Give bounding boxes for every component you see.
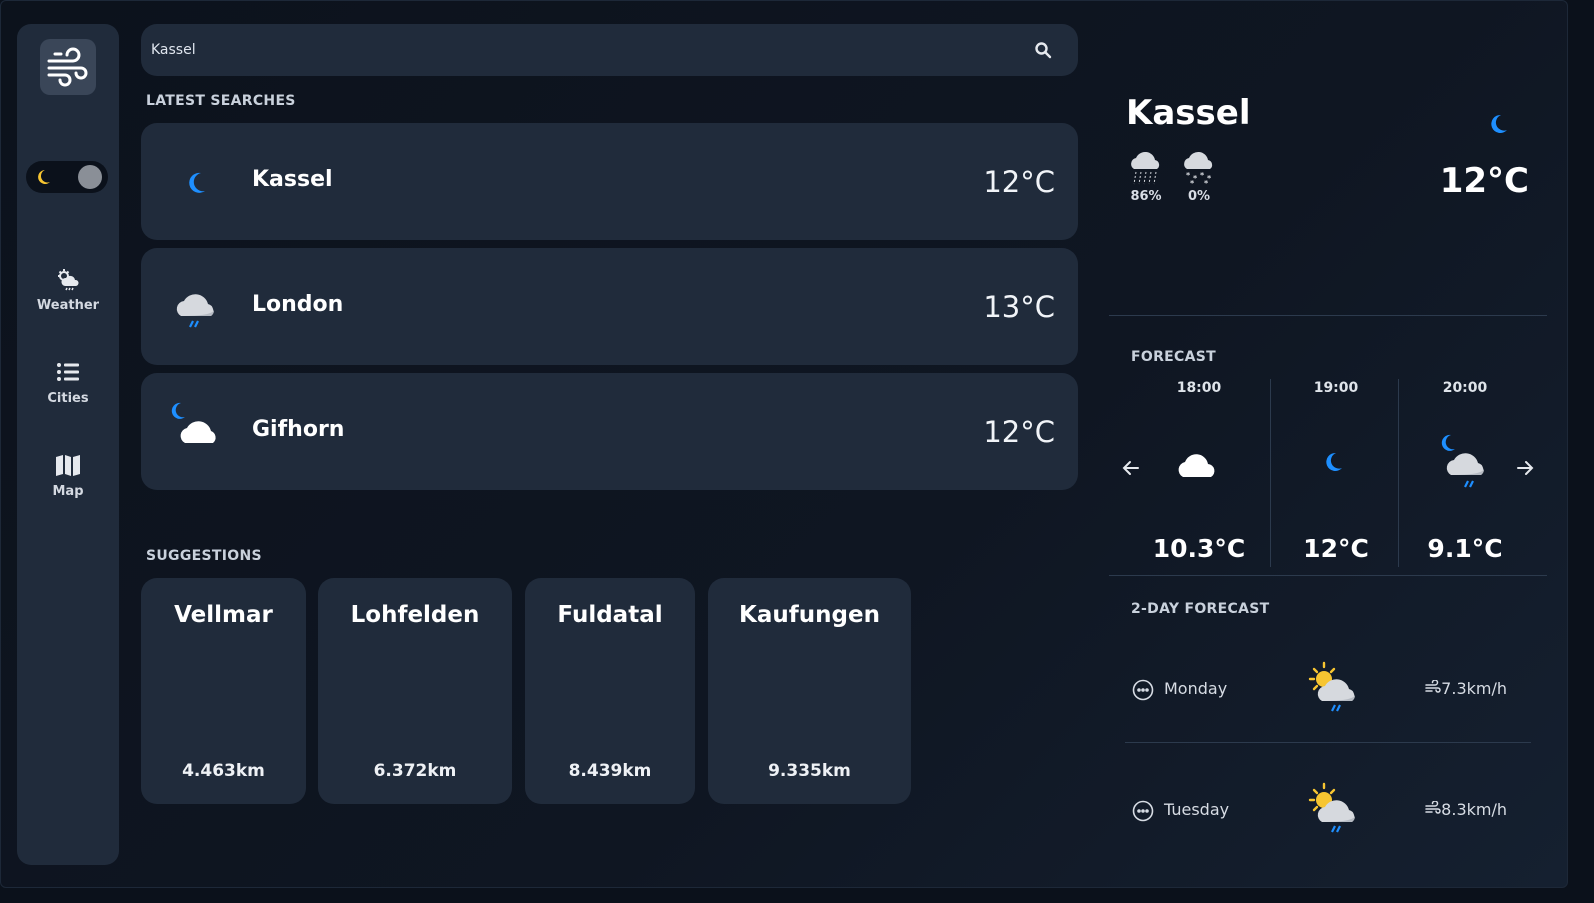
forecast-time: 19:00 [1313,380,1359,396]
suggestion-card[interactable]: Kaufungen 9.335km [708,578,911,804]
cloud-rain-icon [1131,151,1160,185]
divider [1109,575,1547,576]
moon-icon [1491,114,1507,133]
suggestion-card[interactable]: Lohfelden 6.372km [318,578,512,804]
sidebar: Weather Cities Map [17,24,119,865]
app-logo[interactable] [40,39,96,95]
moon-icon [189,172,205,193]
forecast-time: 18:00 [1176,380,1222,396]
day-name: Monday [1164,679,1228,698]
moon-icon [1326,452,1342,471]
current-city: Kassel [1126,93,1251,133]
weather-cloud-sun-icon [58,269,79,291]
suggestion-card[interactable]: Vellmar 4.463km [141,578,306,804]
recent-city-temp: 13°C [983,290,1055,324]
sidebar-item-label: Cities [47,391,89,406]
recent-city-name: Kassel [252,167,333,192]
wind-speed: 8.3km/h [1425,800,1507,819]
sidebar-item-map[interactable]: Map [17,452,119,499]
wind-icon [1425,679,1441,693]
moon-cloud-icon [171,402,216,443]
list-icon [57,363,79,381]
rain-chance: 86% [1124,147,1168,204]
cloud-icon [1178,454,1215,477]
divider [1398,379,1399,567]
suggestion-city: Lohfelden [350,602,480,628]
two-day-heading: 2-DAY FORECAST [1131,601,1270,617]
recent-search-card[interactable]: Kassel 12°C [141,123,1078,240]
moon-cloud-rain-icon [1441,434,1485,488]
day-forecast-row[interactable]: Monday 7.3km/h [1126,659,1531,719]
wind-speed-value: 8.3km/h [1441,800,1507,819]
snow-chance-value: 0% [1187,189,1211,204]
current-temp: 12°C [1439,161,1529,201]
search-input[interactable] [151,38,1011,62]
sidebar-item-weather[interactable]: Weather [17,266,119,313]
divider [1270,379,1271,567]
suggestion-distance: 9.335km [768,761,851,781]
day-name: Tuesday [1164,800,1230,819]
wind-speed: 7.3km/h [1425,679,1507,698]
forecast-temp: 10.3°C [1152,534,1246,563]
search-icon[interactable] [1034,41,1052,59]
sidebar-item-label: Map [52,484,84,499]
arrow-left-icon[interactable] [1121,458,1141,478]
more-icon[interactable] [1132,800,1154,822]
suggestion-card[interactable]: Fuldatal 8.439km [525,578,695,804]
suggestion-city: Kaufungen [739,602,880,628]
sidebar-item-label: Weather [36,298,100,313]
cloud-rain-icon [176,294,215,328]
map-icon [56,455,80,476]
latest-searches-heading: LATEST SEARCHES [146,93,296,109]
rain-chance-value: 86% [1130,189,1162,204]
theme-toggle[interactable] [26,161,108,193]
suggestion-distance: 8.439km [568,761,652,781]
divider [1125,742,1531,743]
wind-icon [47,47,88,87]
wind-icon [1425,800,1441,814]
forecast-temp: 9.1°C [1427,534,1503,563]
suggestion-distance: 4.463km [182,761,265,781]
snow-chance: * * * * * * 0% [1177,147,1221,204]
recent-city-temp: 12°C [983,165,1055,199]
toggle-knob[interactable] [78,165,102,189]
recent-city-temp: 12°C [983,415,1055,449]
suggestion-distance: 6.372km [373,761,457,781]
recent-search-card[interactable]: London 13°C [141,248,1078,365]
search-bar [141,24,1078,76]
day-forecast-row[interactable]: Tuesday 8.3km/h [1126,780,1531,840]
wind-speed-value: 7.3km/h [1441,679,1507,698]
cloud-snow-icon: * * * ** * [1184,151,1213,187]
more-icon[interactable] [1132,679,1154,701]
moon-icon [38,170,50,184]
app-window: Weather Cities Map LATEST SEARCHES [0,0,1568,888]
suggestions-heading: SUGGESTIONS [146,548,262,564]
recent-search-card[interactable]: Gifhorn 12°C [141,373,1078,490]
sun-cloud-rain-icon [1308,782,1356,833]
suggestion-city: Vellmar [174,602,273,628]
forecast-time: 20:00 [1442,380,1488,396]
recent-city-name: London [252,292,344,317]
recent-city-name: Gifhorn [252,417,345,442]
sun-cloud-rain-icon [1308,661,1356,712]
divider [1109,315,1547,316]
sidebar-item-cities[interactable]: Cities [17,359,119,406]
arrow-right-icon[interactable] [1515,458,1535,478]
forecast-temp: 12°C [1303,534,1369,563]
forecast-heading: FORECAST [1131,349,1216,365]
suggestion-city: Fuldatal [557,602,663,628]
